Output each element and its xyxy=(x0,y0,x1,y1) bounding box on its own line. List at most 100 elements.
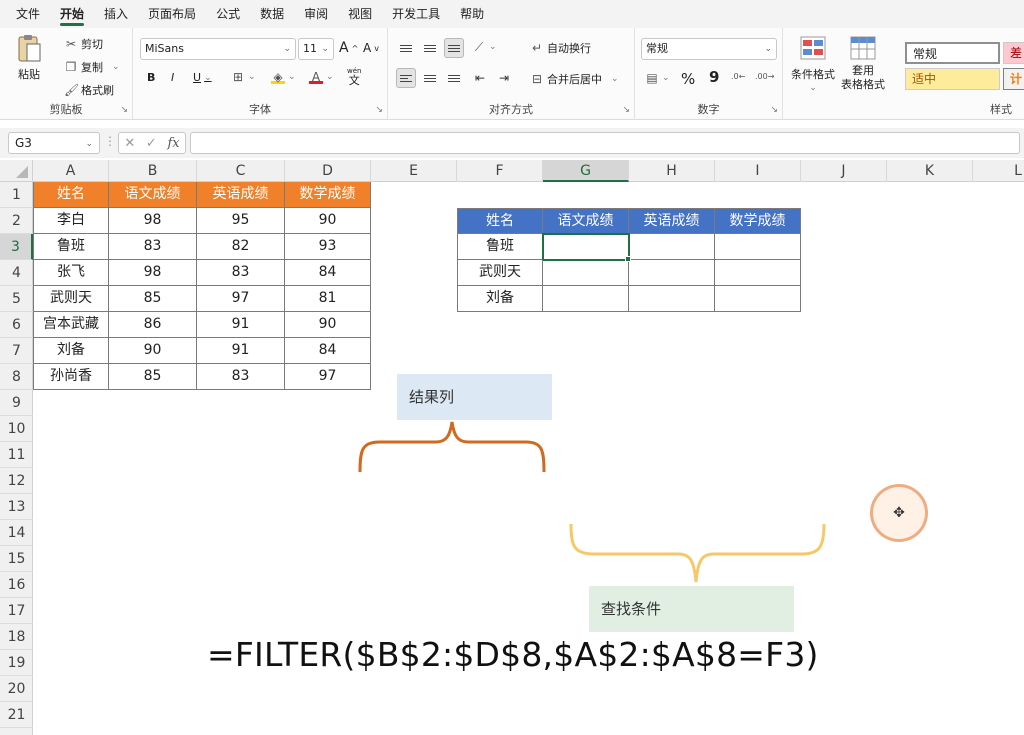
paste-button[interactable]: 粘贴 xyxy=(16,34,42,82)
source-data-cell[interactable]: 孙尚香 xyxy=(33,364,109,390)
row-header-13[interactable]: 13 xyxy=(0,494,33,520)
font-name-select[interactable]: MiSans ⌄ xyxy=(140,38,296,60)
row-header-8[interactable]: 8 xyxy=(0,364,33,390)
row-header-16[interactable]: 16 xyxy=(0,572,33,598)
menu-item[interactable]: 开发工具 xyxy=(382,0,450,28)
source-data-cell[interactable]: 84 xyxy=(285,260,371,286)
style-normal[interactable]: 常规 xyxy=(905,42,1000,64)
source-data-cell[interactable]: 90 xyxy=(285,312,371,338)
source-data-cell[interactable]: 83 xyxy=(197,260,285,286)
row-header-21[interactable]: 21 xyxy=(0,702,33,728)
source-data-cell[interactable]: 82 xyxy=(197,234,285,260)
cut-button[interactable]: ✂ 剪切 xyxy=(64,36,103,52)
cancel-icon[interactable]: ✕ xyxy=(124,136,135,151)
menu-item[interactable]: 插入 xyxy=(94,0,138,28)
align-right-icon[interactable] xyxy=(444,68,464,88)
currency-button[interactable]: ▤ ⌄ xyxy=(645,71,669,85)
row-header-18[interactable]: 18 xyxy=(0,624,33,650)
lookup-header-cell[interactable]: 英语成绩 xyxy=(629,208,715,234)
lookup-data-cell[interactable] xyxy=(629,286,715,312)
selected-cell-g3[interactable] xyxy=(542,233,630,261)
source-data-cell[interactable]: 86 xyxy=(109,312,197,338)
align-left-icon[interactable] xyxy=(396,68,416,88)
source-data-cell[interactable]: 83 xyxy=(109,234,197,260)
source-data-cell[interactable]: 97 xyxy=(285,364,371,390)
increase-decimal-icon[interactable]: .0← xyxy=(731,70,745,84)
number-format-select[interactable]: 常规 ⌄ xyxy=(641,38,777,60)
insert-function-button[interactable]: fx xyxy=(167,136,179,151)
menu-item[interactable]: 文件 xyxy=(6,0,50,28)
fill-handle[interactable] xyxy=(625,256,631,262)
source-data-cell[interactable]: 84 xyxy=(285,338,371,364)
source-data-cell[interactable]: 98 xyxy=(109,260,197,286)
column-header-j[interactable]: J xyxy=(801,160,887,182)
formula-input[interactable] xyxy=(190,132,1020,154)
percent-button[interactable]: % xyxy=(681,70,695,88)
font-shrink-button[interactable]: Av xyxy=(363,41,379,55)
source-data-cell[interactable]: 85 xyxy=(109,364,197,390)
font-color-button[interactable]: A ⌄ xyxy=(309,70,334,84)
confirm-icon[interactable]: ✓ xyxy=(146,136,157,151)
menu-item[interactable]: 审阅 xyxy=(294,0,338,28)
row-header-19[interactable]: 19 xyxy=(0,650,33,676)
align-middle-icon[interactable] xyxy=(420,38,440,58)
style-bad[interactable]: 差 xyxy=(1003,42,1024,64)
lookup-data-cell[interactable]: 武则天 xyxy=(457,260,543,286)
row-header-7[interactable]: 7 xyxy=(0,338,33,364)
source-data-cell[interactable]: 90 xyxy=(285,208,371,234)
style-calc[interactable]: 计 xyxy=(1003,68,1024,90)
source-data-cell[interactable]: 83 xyxy=(197,364,285,390)
source-data-cell[interactable]: 李白 xyxy=(33,208,109,234)
row-header-5[interactable]: 5 xyxy=(0,286,33,312)
row-header-3[interactable]: 3 xyxy=(0,234,33,260)
source-data-cell[interactable]: 刘备 xyxy=(33,338,109,364)
format-painter-button[interactable]: 🖌 格式刷 xyxy=(64,82,114,98)
lookup-data-cell[interactable] xyxy=(629,234,715,260)
source-data-cell[interactable]: 98 xyxy=(109,208,197,234)
row-header-2[interactable]: 2 xyxy=(0,208,33,234)
menu-item[interactable]: 公式 xyxy=(206,0,250,28)
fill-color-button[interactable]: ◈ ⌄ xyxy=(271,70,296,84)
source-header-cell[interactable]: 姓名 xyxy=(33,182,109,208)
source-data-cell[interactable]: 91 xyxy=(197,338,285,364)
decrease-indent-icon[interactable]: ⇤ xyxy=(470,68,490,88)
menu-item[interactable]: 数据 xyxy=(250,0,294,28)
column-header-h[interactable]: H xyxy=(629,160,715,182)
lookup-data-cell[interactable] xyxy=(715,286,801,312)
menu-item[interactable]: 开始 xyxy=(50,0,94,28)
underline-button[interactable]: U ⌄ xyxy=(193,71,212,84)
column-header-i[interactable]: I xyxy=(715,160,801,182)
source-header-cell[interactable]: 英语成绩 xyxy=(197,182,285,208)
align-center-icon[interactable] xyxy=(420,68,440,88)
wrap-text-button[interactable]: ↵ 自动换行 xyxy=(530,40,591,56)
column-header-l[interactable]: L xyxy=(973,160,1024,182)
decrease-decimal-icon[interactable]: .00→ xyxy=(755,70,774,84)
lookup-data-cell[interactable] xyxy=(543,286,629,312)
italic-button[interactable]: I xyxy=(171,71,174,84)
row-header-10[interactable]: 10 xyxy=(0,416,33,442)
table-format-button[interactable]: 套用 表格格式 xyxy=(841,36,885,91)
column-header-f[interactable]: F xyxy=(457,160,543,182)
column-header-b[interactable]: B xyxy=(109,160,197,182)
name-box[interactable]: G3 ⌄ xyxy=(8,132,100,154)
source-data-cell[interactable]: 81 xyxy=(285,286,371,312)
source-data-cell[interactable]: 武则天 xyxy=(33,286,109,312)
font-expand-icon[interactable]: ↘ xyxy=(375,105,383,115)
source-data-cell[interactable]: 张飞 xyxy=(33,260,109,286)
row-header-17[interactable]: 17 xyxy=(0,598,33,624)
clipboard-expand-icon[interactable]: ↘ xyxy=(120,105,128,115)
font-grow-button[interactable]: A ^ xyxy=(339,40,358,56)
lookup-data-cell[interactable] xyxy=(629,260,715,286)
column-header-d[interactable]: D xyxy=(285,160,371,182)
font-size-select[interactable]: 11 ⌄ xyxy=(298,38,334,60)
lookup-header-cell[interactable]: 数学成绩 xyxy=(715,208,801,234)
align-top-icon[interactable] xyxy=(396,38,416,58)
source-header-cell[interactable]: 语文成绩 xyxy=(109,182,197,208)
column-header-c[interactable]: C xyxy=(197,160,285,182)
lookup-data-cell[interactable] xyxy=(715,234,801,260)
lookup-header-cell[interactable]: 姓名 xyxy=(457,208,543,234)
source-data-cell[interactable]: 90 xyxy=(109,338,197,364)
column-header-e[interactable]: E xyxy=(371,160,457,182)
row-header-9[interactable]: 9 xyxy=(0,390,33,416)
menu-item[interactable]: 视图 xyxy=(338,0,382,28)
